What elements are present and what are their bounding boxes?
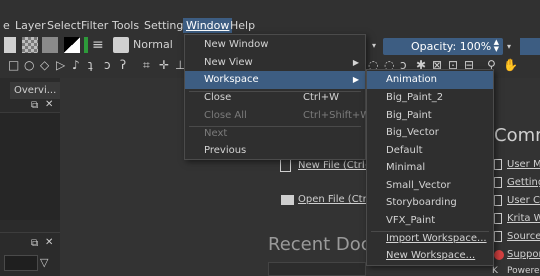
layer-filter-field[interactable] [4, 255, 38, 271]
getting-started-icon [494, 177, 502, 188]
docker-content [0, 112, 60, 220]
menu-item-next[interactable]: Next [185, 125, 365, 143]
pattern-icon[interactable] [22, 37, 38, 53]
menu-item-new-window[interactable]: New Window [185, 36, 365, 54]
color-swatch-icon[interactable] [64, 37, 80, 53]
menu-item-previous[interactable]: Previous [185, 142, 365, 160]
new-workspace-item[interactable]: New Workspace... [367, 247, 493, 265]
community-link-krita-website[interactable]: Krita We [507, 213, 540, 224]
brush-settings-icon[interactable]: ≡ [92, 37, 108, 53]
menu-tools[interactable]: Tools [109, 18, 142, 33]
spin-arrows-icon[interactable]: ▲ ▼ [494, 39, 499, 53]
docker-tab-edge[interactable] [0, 82, 8, 99]
community-link-support[interactable]: Suppor [507, 249, 540, 260]
menu-item-label: Next [204, 128, 228, 139]
freehand-path-icon[interactable]: ʇ [88, 58, 93, 72]
workspace-item-minimal[interactable]: Minimal [367, 159, 493, 177]
workspace-item-big-paint[interactable]: Big_Paint [367, 107, 493, 125]
menu-filter[interactable]: Filter [78, 18, 111, 33]
community-link-getting-started[interactable]: Getting [507, 177, 540, 188]
menu-item-label: Previous [204, 145, 247, 156]
menu-help[interactable]: Help [227, 18, 258, 33]
docker-tab-overview[interactable]: Overvi... [10, 82, 60, 99]
powered-by-label: Powere [507, 266, 540, 276]
dropdown-arrow-icon-2[interactable]: ▾ [507, 38, 515, 55]
workspace-item-big-paint-2[interactable]: Big_Paint_2 [367, 89, 493, 107]
workspace-item-animation[interactable]: Animation [367, 71, 493, 89]
menu-window[interactable]: Window [183, 18, 233, 33]
polyline-tool-icon[interactable]: ▷ [56, 58, 65, 72]
recent-documents-title: Recent Docu [268, 234, 383, 255]
import-workspace-item[interactable]: Import Workspace... [367, 230, 493, 248]
community-link-source-code[interactable]: Source C [507, 231, 540, 242]
dynamic-brush-icon[interactable]: ɔ [104, 58, 111, 72]
workspace-item-small-vector[interactable]: Small_Vector [367, 177, 493, 195]
float-docker-icon[interactable]: ⧉ [31, 100, 38, 111]
menu-item-label: Close [204, 92, 232, 103]
kde-icon: K [492, 266, 498, 276]
menu-item-close[interactable]: Close Ctrl+W [185, 89, 365, 107]
menu-item-label: New Window [204, 39, 269, 50]
edit-icon[interactable] [4, 37, 16, 53]
rectangle-tool-icon[interactable]: □ [8, 58, 19, 72]
window-menu: New Window New View ▶ Workspace ▶ Close … [184, 34, 370, 160]
heart-icon [494, 250, 504, 260]
opacity-label: Opacity: 100% [411, 40, 492, 53]
bezier-tool-icon[interactable]: ♪ [72, 58, 80, 72]
close-docker-icon[interactable]: ✕ [45, 99, 53, 110]
menu-item-new-view[interactable]: New View ▶ [185, 54, 365, 72]
user-manual-icon [494, 159, 502, 170]
ellipse-tool-icon[interactable]: ○ [24, 58, 34, 72]
submenu-arrow-icon: ▶ [352, 58, 359, 67]
blend-mode-select[interactable]: Normal [133, 36, 188, 54]
close-docker-icon-2[interactable]: ✕ [45, 237, 53, 248]
workspace-item-big-vector[interactable]: Big_Vector [367, 124, 493, 142]
workspace-item-storyboarding[interactable]: Storyboarding [367, 194, 493, 212]
community-title: Comm [494, 125, 540, 146]
open-file-icon [281, 195, 294, 205]
community-link-user-manual[interactable]: User Ma [507, 159, 540, 170]
polygon-tool-icon[interactable]: ◇ [40, 58, 49, 72]
transform-tool-icon[interactable]: ⌗ [143, 58, 150, 72]
source-code-icon [494, 231, 502, 242]
krita-website-icon [494, 213, 502, 224]
opacity-slider[interactable]: Opacity: 100% ▲ ▼ [383, 38, 503, 55]
user-community-icon [494, 195, 502, 206]
workspace-item-default[interactable]: Default [367, 142, 493, 160]
color-indicator-icon [84, 37, 88, 53]
new-file-icon [280, 158, 291, 172]
menu-edit[interactable]: e [0, 18, 13, 33]
menu-item-label: New View [204, 57, 253, 68]
menubar: e Layer Select Filter Tools Settings Win… [0, 16, 540, 34]
workspace-submenu: Animation Big_Paint_2 Big_Paint Big_Vect… [366, 69, 494, 266]
size-slider[interactable] [520, 38, 540, 55]
menu-item-close-all[interactable]: Close All Ctrl+Shift+W [185, 107, 370, 125]
multibrush-icon[interactable]: ʔ [120, 58, 126, 72]
gradient-icon[interactable] [42, 37, 58, 53]
brush-preset-icon[interactable] [113, 37, 129, 53]
submenu-arrow-icon: ▶ [352, 75, 359, 84]
menu-item-shortcut: Ctrl+W [303, 92, 340, 103]
recent-documents-list [268, 262, 366, 276]
menu-item-label: Workspace [204, 74, 259, 85]
community-link-user-community[interactable]: User Co [507, 195, 540, 206]
pan-tool-icon[interactable]: ✋ [503, 58, 518, 72]
float-docker-icon-2[interactable]: ⧉ [31, 238, 38, 249]
workspace-item-vfx-paint[interactable]: VFX_Paint [367, 212, 493, 230]
menu-item-label: Close All [204, 110, 247, 121]
filter-icon[interactable]: ▽ [40, 256, 48, 269]
move-tool-icon[interactable]: ✛ [159, 58, 169, 72]
menu-item-workspace[interactable]: Workspace ▶ [185, 71, 365, 89]
dropdown-arrow-icon[interactable]: ▾ [372, 41, 380, 57]
menu-item-shortcut: Ctrl+Shift+W [303, 110, 371, 121]
